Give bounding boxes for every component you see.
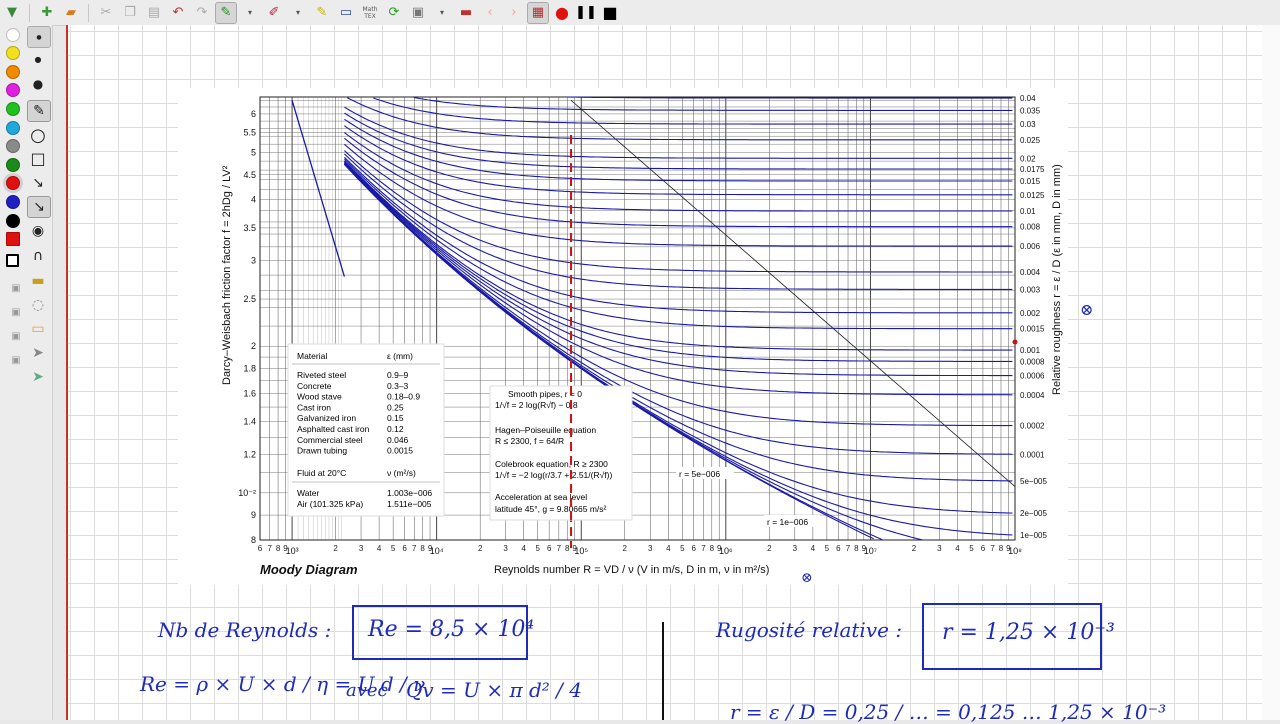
lasso-icon[interactable]: ◌ (27, 295, 49, 315)
page-right-gutter (1262, 25, 1280, 720)
save-icon[interactable]: ▼ (1, 2, 23, 24)
new-page-icon[interactable]: ✚ (36, 2, 58, 24)
rectangle-outline-icon[interactable] (6, 254, 19, 267)
color-dark-green[interactable] (6, 158, 20, 172)
toolbar: ▼ ✚ ▰ ✂ ❐ ▤ ↶ ↷ ✎ ▾ ✐ ▾ ✎ ▭ Math TEX ⟳ ▣… (0, 0, 1280, 26)
pointer-icon[interactable]: ➤ (27, 343, 49, 363)
copy-icon[interactable]: ❐ (119, 2, 141, 24)
prev-page-icon[interactable]: ‹ (479, 2, 501, 24)
eraser-icon[interactable]: ✐ (263, 2, 285, 24)
reynolds-value: Re = 8,5 × 10⁴ (368, 617, 535, 642)
record-screen-icon[interactable]: ▦ (527, 1, 549, 24)
color-yellow[interactable] (6, 46, 20, 60)
open-icon[interactable]: ▰ (60, 2, 82, 24)
cross-mark-icon: ⊗ (1080, 300, 1094, 319)
toolbar-separator (88, 3, 89, 22)
rugosite-value: r = 1,25 × 10⁻³ (942, 620, 1115, 645)
color-orange[interactable] (6, 65, 20, 79)
flow-rate-formula: Qv = U × π d² / 4 (406, 678, 582, 702)
screen-icon[interactable]: ▭ (335, 2, 357, 24)
vertical-divider (662, 622, 664, 720)
chevron-down-icon[interactable]: ▾ (287, 2, 309, 24)
sidebar-small-icon[interactable]: ▣ (5, 278, 27, 298)
color-fill-red[interactable] (6, 232, 20, 246)
pause-icon[interactable]: ❚❚ (575, 2, 597, 24)
ruler-icon[interactable]: ▬ (27, 271, 49, 291)
line-tool-icon[interactable]: ↘ (27, 173, 49, 193)
large-dot-icon[interactable]: ● (27, 74, 49, 94)
color-blue[interactable] (6, 195, 20, 209)
color-red[interactable] (6, 176, 20, 190)
rugosite-label: Rugosité relative : (716, 618, 903, 642)
note-icon[interactable]: ▭ (27, 319, 49, 339)
insert-page-icon[interactable]: ▣ (407, 2, 429, 24)
avec-label: avec (346, 680, 388, 701)
circle-tool-icon[interactable]: ○ (27, 125, 49, 146)
fill-tool-icon[interactable]: ◉ (27, 221, 49, 241)
color-green[interactable] (6, 102, 20, 116)
toolbar-separator (29, 3, 30, 22)
color-gray[interactable] (6, 139, 20, 153)
arrow-tool-icon[interactable]: ↘ (27, 196, 51, 218)
math-tex-icon[interactable]: Math TEX (359, 2, 381, 24)
cut-icon[interactable]: ✂ (95, 2, 117, 24)
sidebar-small-icon[interactable]: ▣ (5, 302, 27, 322)
color-magenta[interactable] (6, 83, 20, 97)
chevron-down-icon[interactable]: ▾ (431, 2, 453, 24)
stop-icon[interactable]: ■ (599, 2, 621, 24)
select-icon[interactable]: ➤ (27, 367, 49, 387)
cross-mark-icon: ⊗ (801, 570, 813, 586)
pen-icon[interactable]: ✎ (215, 1, 237, 24)
medium-dot-icon[interactable]: ● (27, 49, 49, 69)
sidebar: ● ● ● ✎ ○ □ ↘ ↘ ◉ ∩ ▬ ◌ ▭ ➤ ➤ ▣ ▣ ▣ ▣ (0, 25, 53, 720)
redo-icon[interactable]: ↷ (191, 2, 213, 24)
chevron-down-icon[interactable]: ▾ (239, 2, 261, 24)
rectangle-tool-icon[interactable]: □ (27, 148, 49, 168)
undo-icon[interactable]: ↶ (167, 2, 189, 24)
refresh-icon[interactable]: ⟳ (383, 2, 405, 24)
color-black[interactable] (6, 214, 20, 228)
magnet-icon[interactable]: ∩ (27, 246, 49, 266)
color-cyan[interactable] (6, 121, 20, 135)
pencil-tool-icon[interactable]: ✎ (27, 100, 51, 122)
delete-page-icon[interactable]: ▬ (455, 2, 477, 24)
next-page-icon[interactable]: › (503, 2, 525, 24)
color-white[interactable] (6, 28, 20, 42)
reynolds-label: Nb de Reynolds : (158, 618, 332, 642)
roughness-calculation: r = ε / D = 0,25 / … = 0,125 … 1,25 × 10… (730, 700, 1167, 724)
paste-icon[interactable]: ▤ (143, 2, 165, 24)
sidebar-small-icon[interactable]: ▣ (5, 350, 27, 370)
record-icon[interactable]: ● (551, 2, 573, 24)
highlighter-icon[interactable]: ✎ (311, 2, 333, 24)
small-dot-icon[interactable]: ● (27, 26, 51, 48)
sidebar-small-icon[interactable]: ▣ (5, 326, 27, 346)
